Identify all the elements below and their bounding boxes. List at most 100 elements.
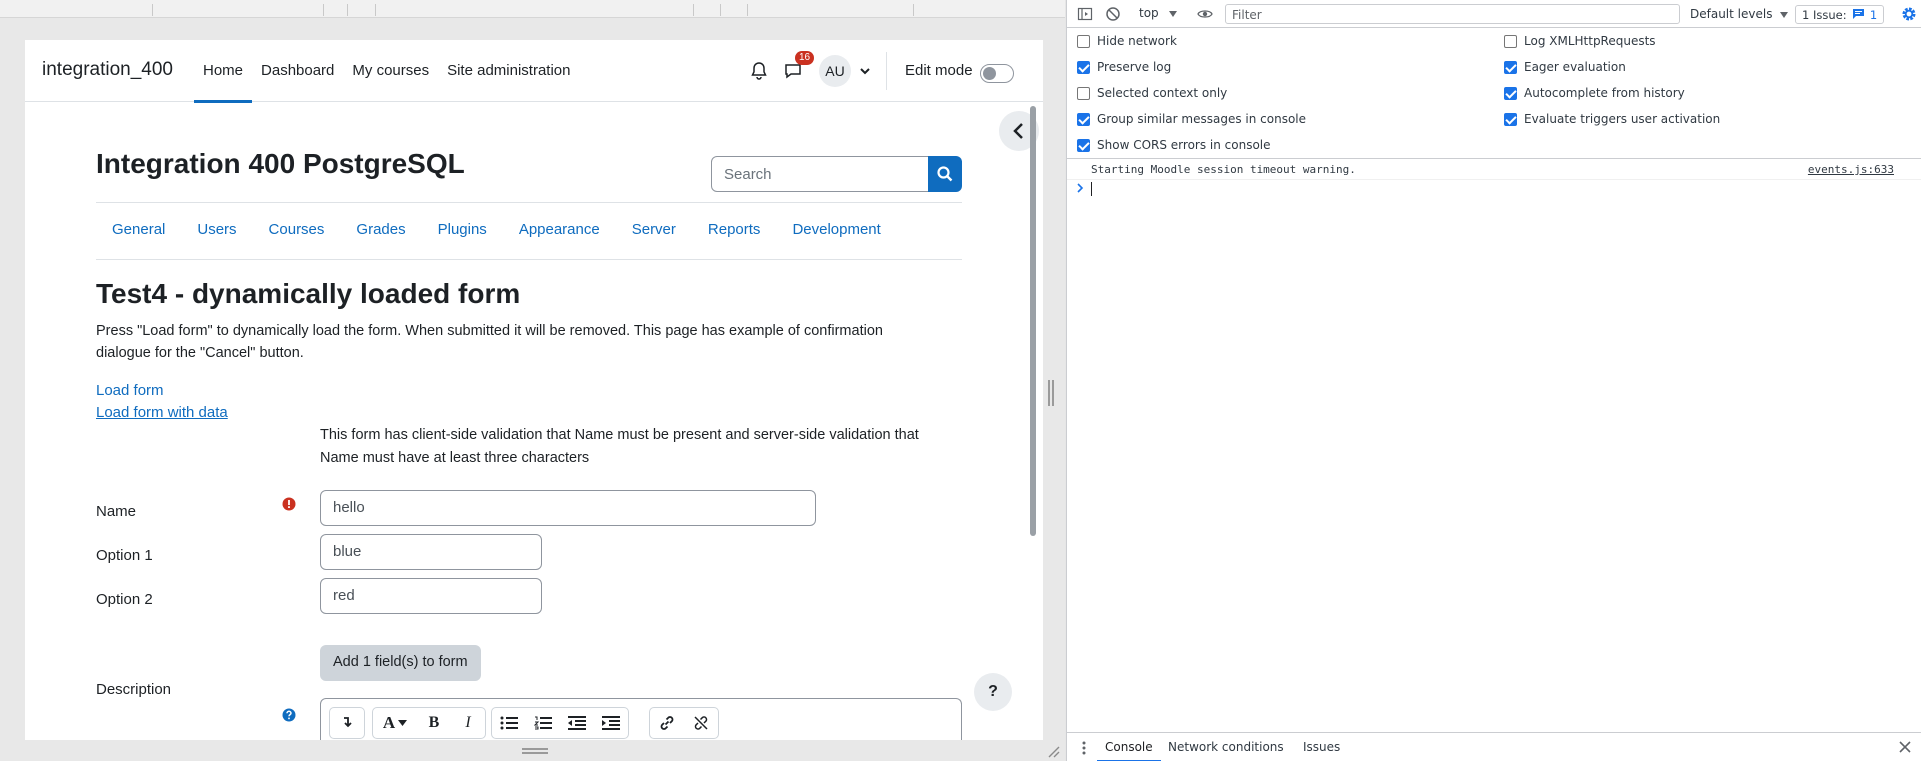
tab-courses[interactable]: Courses	[253, 210, 341, 249]
italic-button[interactable]: I	[451, 708, 485, 738]
message-square-icon	[1853, 9, 1865, 19]
load-form-with-data-link[interactable]: Load form with data	[96, 404, 228, 421]
help-icon[interactable]	[282, 708, 296, 722]
messages-toggle[interactable]: 16	[783, 51, 815, 81]
add-field-button[interactable]: Add 1 field(s) to form	[320, 645, 481, 681]
page-heading: Test4 - dynamically loaded form	[96, 278, 521, 309]
setting-preserve-log[interactable]: Preserve log	[1077, 60, 1171, 74]
issues-counter[interactable]: 1 Issue: 1	[1795, 5, 1885, 24]
setting-label: Show CORS errors in console	[1097, 138, 1271, 152]
viewport-resize-handle-bottom[interactable]	[522, 748, 548, 754]
toolbar-toggle-button[interactable]	[330, 708, 364, 738]
search-icon	[937, 166, 953, 182]
tab-development[interactable]: Development	[776, 210, 896, 249]
option2-input[interactable]: red	[320, 578, 542, 614]
tab-grades[interactable]: Grades	[340, 210, 421, 249]
checkbox[interactable]	[1077, 34, 1090, 48]
chevron-down-icon[interactable]	[859, 65, 871, 77]
setting-log-xhr[interactable]: Log XMLHttpRequests	[1504, 34, 1656, 48]
edit-mode-toggle[interactable]	[980, 64, 1014, 83]
admin-secondary-nav: General Users Courses Grades Plugins App…	[96, 210, 897, 249]
nav-home[interactable]: Home	[194, 40, 253, 103]
more-options-icon[interactable]	[1082, 741, 1086, 755]
issues-count: 1	[1869, 8, 1878, 22]
nav-my-courses[interactable]: My courses	[343, 40, 438, 102]
outdent-button[interactable]	[560, 708, 594, 738]
font-style-button[interactable]: A	[373, 708, 417, 738]
console-settings: Hide network Preserve log Selected conte…	[1067, 28, 1921, 159]
indent-button[interactable]	[594, 708, 628, 738]
footer-help-button[interactable]: ?	[974, 673, 1012, 711]
unordered-list-button[interactable]	[492, 708, 526, 738]
checkbox[interactable]	[1504, 60, 1517, 74]
search-input[interactable]: Search	[711, 156, 929, 192]
checkbox[interactable]	[1077, 138, 1090, 152]
link-button[interactable]	[650, 708, 684, 738]
checkbox[interactable]	[1077, 86, 1090, 100]
scrollbar-thumb[interactable]	[1030, 106, 1036, 536]
setting-group-similar[interactable]: Group similar messages in console	[1077, 112, 1306, 126]
bell-icon[interactable]	[749, 61, 769, 81]
setting-hide-network[interactable]: Hide network	[1077, 34, 1177, 48]
tabs-divider	[96, 259, 962, 260]
setting-evaluate-triggers[interactable]: Evaluate triggers user activation	[1504, 112, 1720, 126]
ordered-list-button[interactable]	[526, 708, 560, 738]
checkbox[interactable]	[1504, 34, 1517, 48]
console-filter-input[interactable]: Filter	[1225, 4, 1680, 24]
setting-selected-context-only[interactable]: Selected context only	[1077, 86, 1227, 100]
drawer-tab-network-conditions[interactable]: Network conditions	[1168, 740, 1284, 754]
bold-button[interactable]: B	[417, 708, 451, 738]
clear-console-icon[interactable]	[1105, 6, 1121, 22]
media-query-ruler[interactable]	[0, 0, 1065, 18]
context-selector-label: top	[1139, 6, 1159, 20]
tab-appearance[interactable]: Appearance	[503, 210, 616, 249]
page-title: Integration 400 PostgreSQL	[96, 148, 465, 179]
checkbox[interactable]	[1504, 86, 1517, 100]
checkbox[interactable]	[1077, 112, 1090, 126]
close-icon[interactable]	[1899, 741, 1911, 753]
tab-plugins[interactable]: Plugins	[422, 210, 503, 249]
setting-autocomplete-history[interactable]: Autocomplete from history	[1504, 86, 1685, 100]
sidebar-toggle-icon[interactable]	[1077, 6, 1093, 22]
bullet-list-icon	[500, 716, 518, 730]
checkbox[interactable]	[1077, 60, 1090, 74]
moodle-page: integration_400 Home Dashboard My course…	[25, 40, 1043, 740]
log-levels-dropdown[interactable]: Default levels	[1690, 7, 1789, 21]
setting-eager-evaluation[interactable]: Eager evaluation	[1504, 60, 1626, 74]
numbered-list-icon	[534, 716, 552, 730]
editor-toolbar-group	[649, 707, 719, 739]
link-icon	[660, 716, 674, 730]
log-levels-label: Default levels	[1690, 7, 1773, 21]
drawer-tab-console[interactable]: Console	[1097, 740, 1161, 761]
load-form-link[interactable]: Load form	[96, 382, 164, 399]
search-button[interactable]	[928, 156, 962, 192]
console-message-text: Starting Moodle session timeout warning.	[1091, 163, 1356, 176]
top-navbar: integration_400 Home Dashboard My course…	[25, 40, 1043, 103]
setting-show-cors-errors[interactable]: Show CORS errors in console	[1077, 138, 1271, 152]
site-brand[interactable]: integration_400	[42, 59, 173, 81]
console-input-caret[interactable]	[1091, 182, 1092, 196]
page-scrollbar[interactable]	[1030, 106, 1038, 740]
console-source-link[interactable]: events.js:633	[1808, 163, 1894, 176]
checkbox[interactable]	[1504, 112, 1517, 126]
viewport-resize-handle-right[interactable]	[1048, 380, 1054, 406]
context-selector[interactable]: top	[1139, 6, 1177, 20]
name-input[interactable]: hello	[320, 490, 816, 526]
eye-icon[interactable]	[1197, 6, 1213, 22]
editor-toolbar-group: A B I	[372, 707, 486, 739]
outdent-icon	[568, 716, 586, 730]
tab-server[interactable]: Server	[616, 210, 692, 249]
user-avatar[interactable]: AU	[819, 55, 851, 87]
drawer-tab-issues[interactable]: Issues	[1303, 740, 1340, 754]
unlink-button[interactable]	[684, 708, 718, 738]
tab-reports[interactable]: Reports	[692, 210, 777, 249]
nav-site-administration[interactable]: Site administration	[438, 40, 579, 102]
nav-dashboard[interactable]: Dashboard	[252, 40, 343, 102]
resize-corner-icon[interactable]	[1046, 744, 1060, 758]
description-editor[interactable]: A B I	[320, 698, 962, 740]
setting-label: Group similar messages in console	[1097, 112, 1306, 126]
tab-users[interactable]: Users	[181, 210, 252, 249]
gear-icon[interactable]	[1901, 6, 1917, 22]
tab-general[interactable]: General	[96, 210, 181, 249]
option1-input[interactable]: blue	[320, 534, 542, 570]
